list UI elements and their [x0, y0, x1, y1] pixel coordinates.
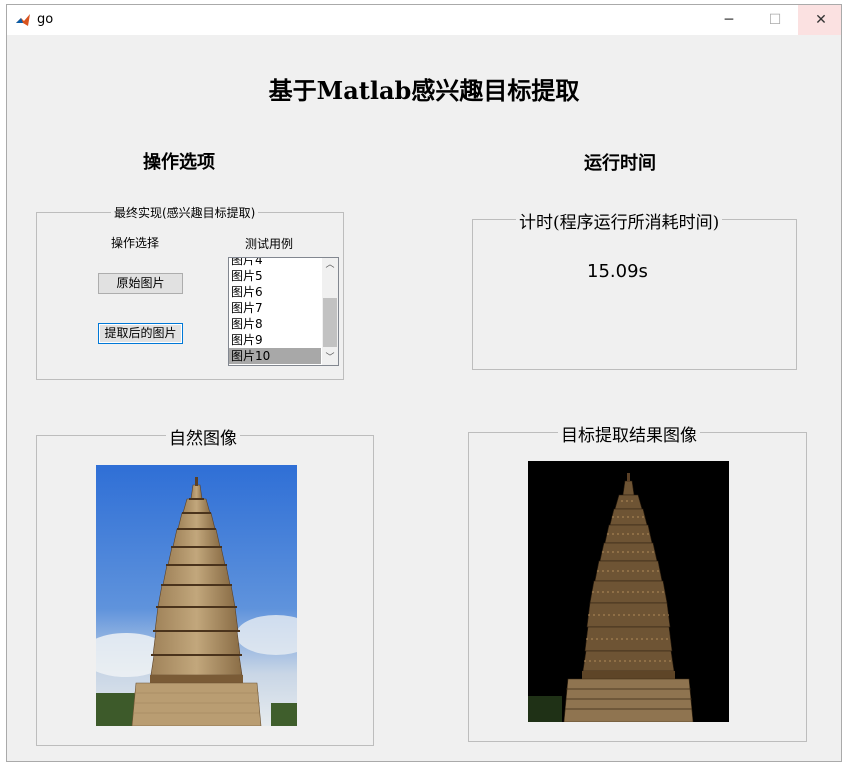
test-case-label: 测试用例 — [245, 237, 294, 251]
test-case-list[interactable]: 图片4 图片5 图片6 图片7 图片8 图片9 图片10 ︿ ﹀ — [228, 257, 339, 366]
maximize-button[interactable]: ☐ — [752, 5, 798, 35]
list-item[interactable]: 图片5 — [229, 268, 321, 284]
list-scrollbar[interactable]: ︿ ﹀ — [322, 258, 338, 365]
app-window: go ─ ☐ ✕ 基于Matlab感兴趣目标提取 操作选项 运行时间 最终实现(… — [6, 4, 842, 762]
list-item-selected[interactable]: 图片10 — [229, 348, 321, 364]
list-item[interactable]: 图片7 — [229, 300, 321, 316]
natural-image-label: 自然图像 — [166, 424, 240, 449]
page-title: 基于Matlab感兴趣目标提取 — [268, 76, 580, 105]
result-image — [528, 461, 729, 722]
title-bar[interactable]: go ─ ☐ ✕ — [7, 5, 841, 35]
minimize-button[interactable]: ─ — [706, 5, 752, 35]
matlab-icon — [16, 14, 30, 26]
original-image-button[interactable]: 原始图片 — [98, 273, 183, 294]
list-item[interactable]: 图片6 — [229, 284, 321, 300]
result-image-label: 目标提取结果图像 — [558, 421, 700, 446]
figure-canvas: 基于Matlab感兴趣目标提取 操作选项 运行时间 最终实现(感兴趣目标提取) … — [7, 35, 841, 761]
natural-image — [96, 465, 297, 726]
runtime-heading: 运行时间 — [584, 153, 656, 174]
operations-panel-label: 最终实现(感兴趣目标提取) — [111, 204, 259, 221]
timer-panel-label: 计时(程序运行所消耗时间) — [516, 208, 723, 233]
chevron-up-icon[interactable]: ︿ — [322, 258, 338, 272]
timer-value: 15.09s — [587, 261, 648, 282]
window-title: go — [37, 12, 54, 27]
list-item[interactable]: 图片9 — [229, 332, 321, 348]
close-button[interactable]: ✕ — [798, 5, 841, 35]
list-item[interactable]: 图片4 — [229, 258, 321, 268]
op-select-label: 操作选择 — [111, 236, 160, 250]
list-item[interactable]: 图片8 — [229, 316, 321, 332]
pagoda-photo — [96, 465, 297, 726]
chevron-down-icon[interactable]: ﹀ — [322, 351, 338, 365]
timer-panel: 计时(程序运行所消耗时间) — [472, 208, 797, 370]
extracted-image-button[interactable]: 提取后的图片 — [98, 323, 183, 344]
extracted-pagoda — [528, 461, 729, 722]
scrollbar-thumb[interactable] — [323, 298, 337, 347]
operations-heading: 操作选项 — [143, 152, 215, 173]
